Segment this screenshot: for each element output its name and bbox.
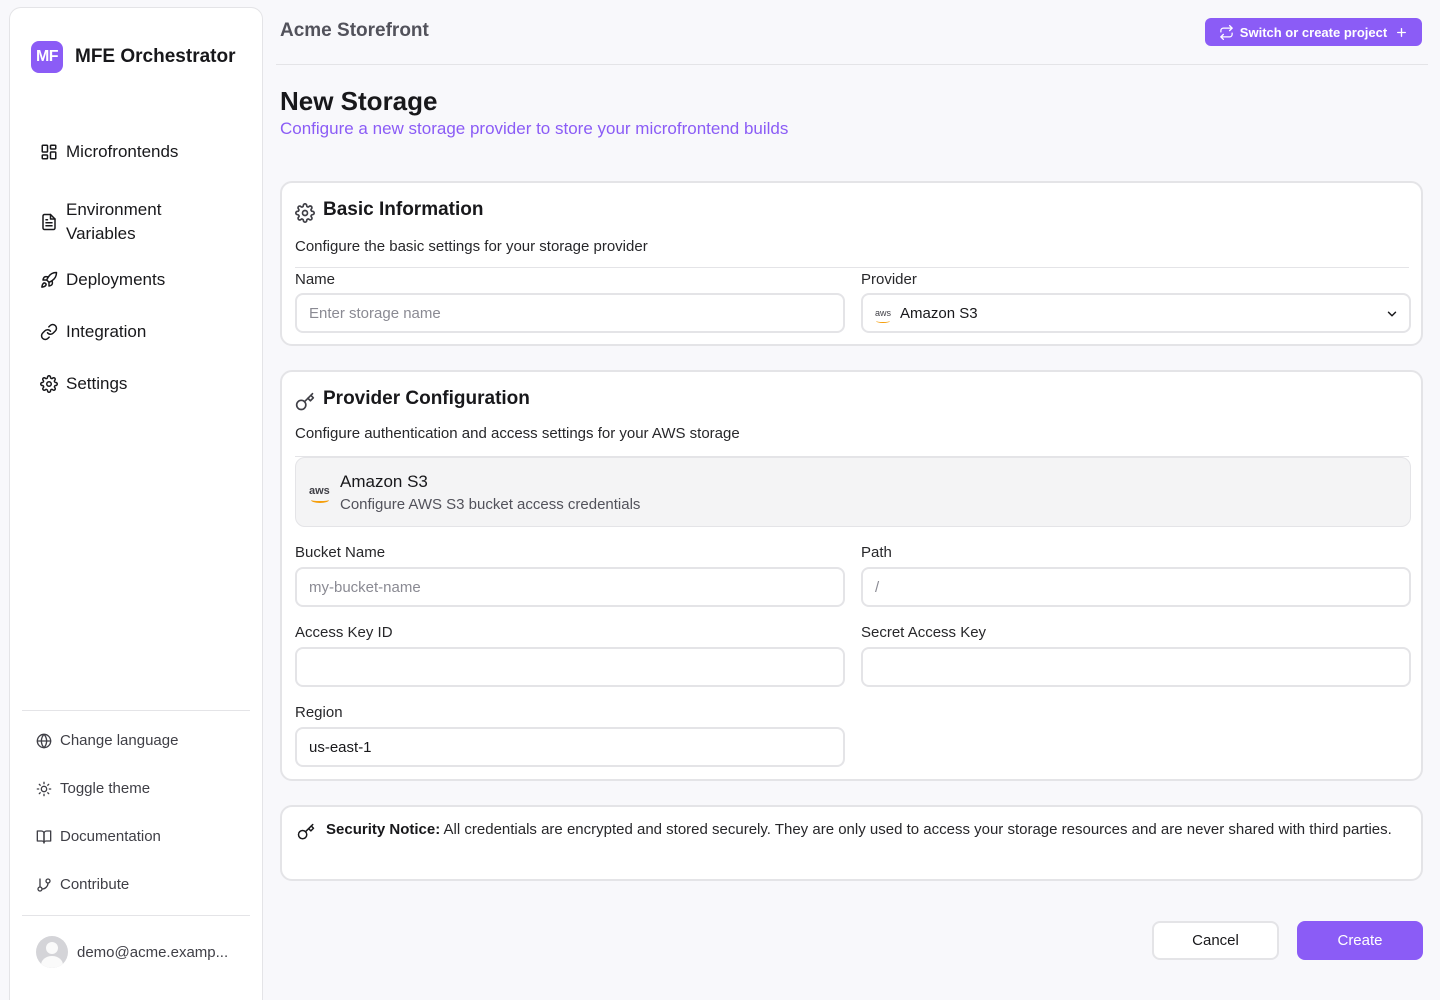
- notice-body: All credentials are encrypted and stored…: [443, 821, 1392, 838]
- create-button[interactable]: Create: [1297, 921, 1423, 960]
- switch-project-button[interactable]: Switch or create project: [1205, 18, 1422, 46]
- sidebar-item-label: Settings: [66, 374, 128, 393]
- sidebar-item-integration[interactable]: Integration: [40, 316, 146, 348]
- aws-logo-icon: aws: [309, 485, 330, 503]
- page-title: New Storage: [280, 86, 438, 116]
- util-label: Toggle theme: [60, 780, 151, 797]
- swap-icon: [1220, 24, 1233, 40]
- provider-label: Provider: [861, 271, 917, 288]
- brand-logo: MF: [31, 41, 63, 73]
- brand-name: MFE Orchestrator: [75, 46, 236, 67]
- path-label: Path: [861, 544, 892, 561]
- path-input[interactable]: [861, 567, 1411, 607]
- provider-selected-value: Amazon S3: [900, 304, 978, 322]
- rocket-icon: [41, 271, 58, 288]
- gear-icon: [40, 375, 58, 393]
- provider-select[interactable]: aws Amazon S3: [861, 293, 1411, 333]
- sidebar-item-label: Microfrontends: [66, 142, 179, 161]
- security-notice: Security Notice: All credentials are enc…: [280, 805, 1423, 881]
- sidebar-divider: [22, 710, 250, 711]
- gear-icon: [295, 203, 315, 223]
- secret-key-input[interactable]: [861, 647, 1411, 687]
- grid-icon: [41, 144, 57, 160]
- header-divider: [276, 64, 1428, 65]
- project-title: Acme Storefront: [280, 20, 429, 41]
- provider-box-title: Amazon S3: [340, 472, 428, 491]
- storage-name-input[interactable]: [295, 293, 845, 333]
- card-title: Provider Configuration: [323, 388, 530, 409]
- toggle-theme-button[interactable]: Toggle theme: [36, 780, 246, 797]
- util-label: Documentation: [60, 828, 161, 845]
- bucket-name-label: Bucket Name: [295, 544, 386, 561]
- key-icon: [297, 823, 315, 840]
- sidebar-item-environment-variables[interactable]: Environment Variables: [40, 196, 196, 248]
- card-description: Configure authentication and access sett…: [295, 425, 740, 442]
- sidebar-item-deployments[interactable]: Deployments: [40, 264, 165, 296]
- bucket-name-input[interactable]: [295, 567, 845, 607]
- brand[interactable]: MF MFE Orchestrator: [31, 41, 235, 73]
- sidebar-item-label: Deployments: [66, 270, 166, 289]
- region-label: Region: [295, 704, 343, 721]
- card-header: Provider Configuration: [295, 386, 530, 412]
- secret-key-label: Secret Access Key: [861, 624, 987, 641]
- aws-logo-icon: aws: [875, 307, 892, 323]
- link-icon: [40, 323, 58, 341]
- change-language-button[interactable]: Change language: [36, 732, 246, 749]
- provider-info-box: aws Amazon S3 Configure AWS S3 bucket ac…: [295, 457, 1411, 527]
- region-input[interactable]: [295, 727, 845, 767]
- user-email: demo@acme.examp...: [77, 943, 229, 961]
- card-divider: [295, 267, 1409, 268]
- notice-title: Security Notice:: [326, 821, 441, 838]
- sidebar-item-settings[interactable]: Settings: [40, 368, 127, 400]
- provider-configuration-card: Provider Configuration Configure authent…: [280, 370, 1423, 781]
- sidebar-divider: [22, 915, 250, 916]
- sidebar-item-label: Integration: [66, 322, 147, 341]
- sidebar: MF MFE Orchestrator Microfrontends Envir…: [9, 7, 263, 1000]
- cancel-button[interactable]: Cancel: [1152, 921, 1279, 960]
- sidebar-item-label: Environment Variables: [66, 200, 162, 243]
- key-icon: [295, 392, 315, 411]
- git-branch-icon: [37, 877, 51, 892]
- globe-icon: [36, 733, 52, 748]
- name-label: Name: [295, 271, 336, 288]
- card-header: Basic Information: [295, 197, 483, 223]
- card-title: Basic Information: [323, 199, 484, 220]
- switch-project-label: Switch or create project: [1239, 24, 1388, 40]
- chevron-down-icon: [1387, 311, 1397, 317]
- contribute-link[interactable]: Contribute: [36, 876, 246, 893]
- sun-icon: [36, 781, 52, 796]
- documentation-link[interactable]: Documentation: [36, 828, 246, 845]
- card-description: Configure the basic settings for your st…: [295, 238, 648, 255]
- access-key-input[interactable]: [295, 647, 845, 687]
- avatar: [36, 936, 68, 968]
- user-menu[interactable]: demo@acme.examp...: [36, 936, 228, 968]
- util-label: Contribute: [60, 876, 130, 893]
- file-text-icon: [42, 213, 56, 231]
- provider-box-description: Configure AWS S3 bucket access credentia…: [340, 496, 641, 513]
- util-label: Change language: [60, 732, 179, 749]
- page-subtitle: Configure a new storage provider to stor…: [280, 119, 789, 138]
- plus-icon: [1397, 27, 1407, 37]
- basic-information-card: Basic Information Configure the basic se…: [280, 181, 1423, 346]
- sidebar-item-microfrontends[interactable]: Microfrontends: [40, 136, 178, 168]
- book-icon: [36, 829, 52, 844]
- notice-text: Security Notice: All credentials are enc…: [326, 820, 1396, 840]
- access-key-label: Access Key ID: [295, 624, 393, 641]
